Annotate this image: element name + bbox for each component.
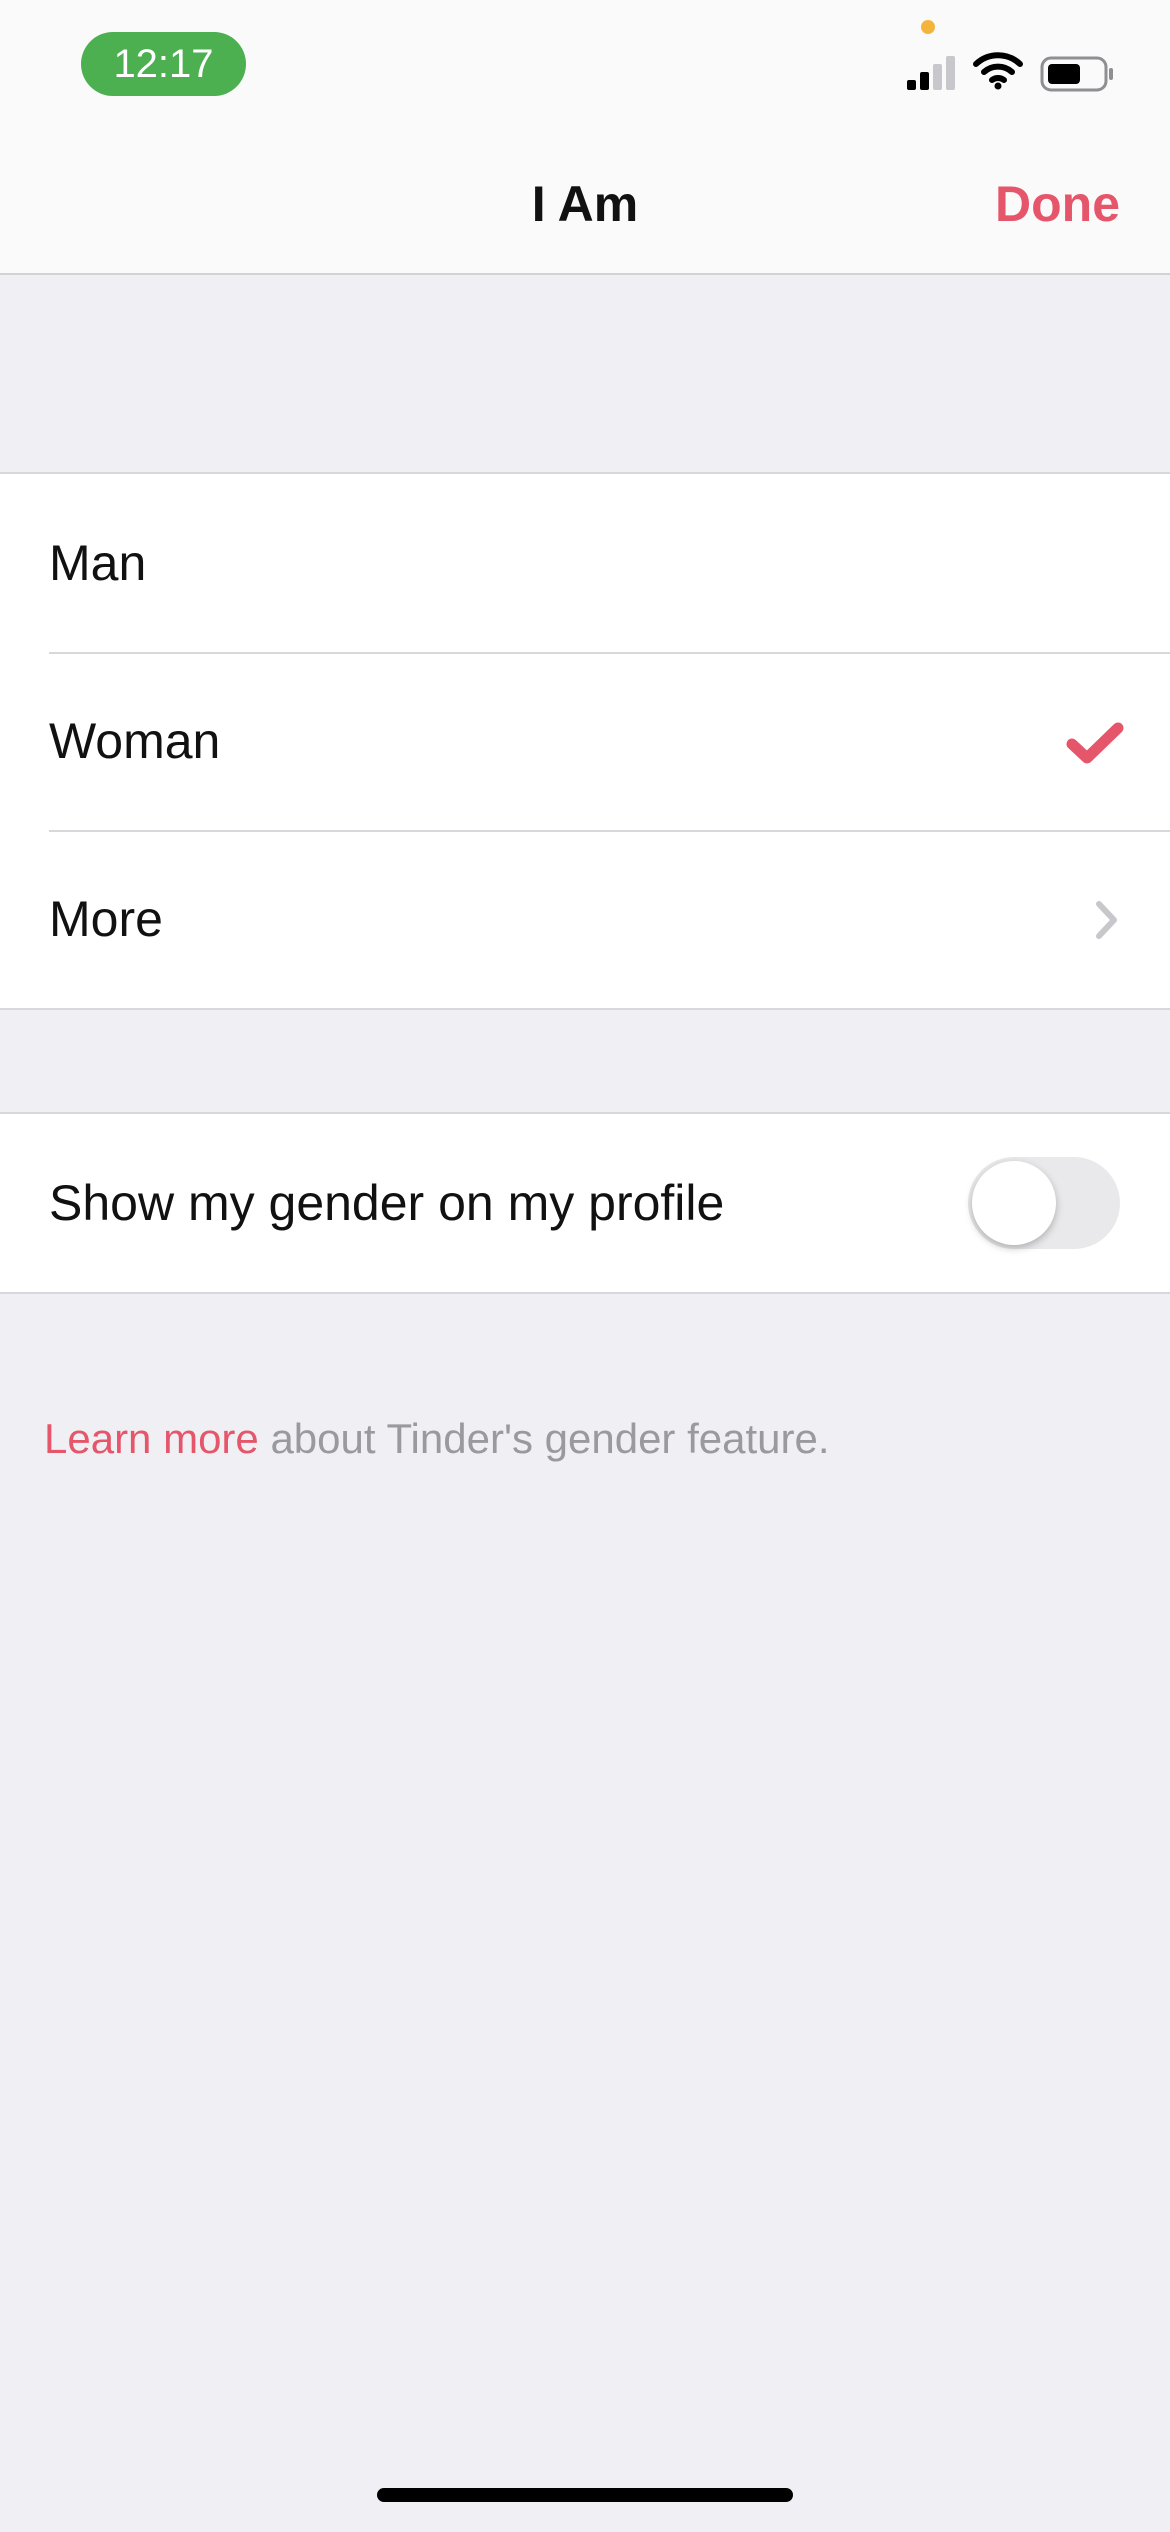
gender-option-man[interactable]: Man [0, 474, 1170, 652]
footnote-text: about Tinder's gender feature. [258, 1415, 830, 1462]
status-bar: 12:17 [0, 0, 1170, 135]
learn-more-link[interactable]: Learn more [44, 1415, 259, 1462]
cellular-signal-icon [907, 56, 955, 90]
status-time: 12:17 [81, 32, 246, 96]
chevron-right-icon [1096, 901, 1117, 939]
show-gender-label: Show my gender on my profile [49, 1175, 725, 1231]
privacy-indicator-dot [921, 20, 935, 34]
show-gender-row: Show my gender on my profile [0, 1114, 1170, 1292]
gender-feature-footnote: Learn more about Tinder's gender feature… [44, 1415, 830, 1463]
show-gender-section: Show my gender on my profile [0, 1112, 1170, 1294]
gender-option-label: Man [49, 535, 147, 591]
gender-option-label: More [49, 891, 163, 947]
show-gender-toggle[interactable] [968, 1157, 1120, 1249]
gender-options-list: Man Woman More [0, 472, 1170, 1010]
battery-icon [1040, 56, 1113, 92]
toggle-knob [972, 1161, 1056, 1245]
gender-option-woman[interactable]: Woman [0, 652, 1170, 830]
navigation-bar: I Am Done [0, 135, 1170, 275]
home-indicator[interactable] [377, 2488, 793, 2502]
gender-option-more[interactable]: More [0, 830, 1170, 1008]
done-button[interactable]: Done [995, 135, 1120, 273]
wifi-icon [973, 52, 1023, 90]
checkmark-icon [1066, 722, 1124, 764]
gender-option-label: Woman [49, 713, 221, 769]
